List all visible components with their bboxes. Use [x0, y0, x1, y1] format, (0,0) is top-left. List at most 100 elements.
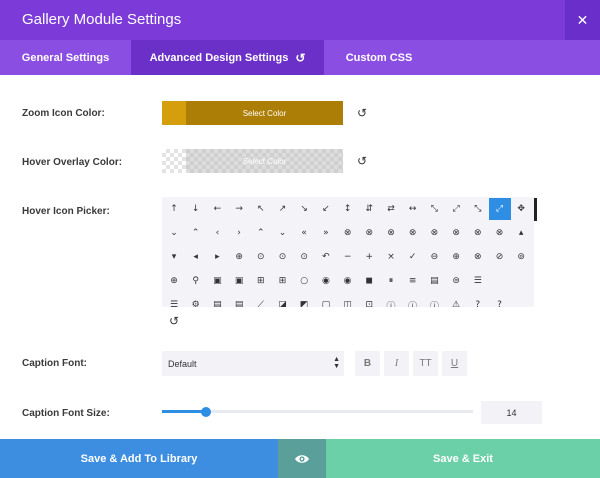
icon-option-1-1-icon[interactable]: ⌃ [185, 222, 207, 244]
icon-option-4-13-icon[interactable]: ⚠ [445, 294, 467, 307]
reset-icon[interactable]: ↺ [167, 314, 181, 328]
icon-option-2-1-icon[interactable]: ◂ [185, 246, 207, 268]
slider-handle[interactable] [201, 407, 211, 417]
font-size-input[interactable] [481, 401, 542, 424]
icon-option-1-7-icon[interactable]: » [315, 222, 337, 244]
icon-option-0-12-icon[interactable]: ⤡ [423, 198, 445, 220]
icon-option-4-8-icon[interactable]: ◫ [337, 294, 359, 307]
icon-option-2-8-icon[interactable]: − [337, 246, 359, 268]
icon-option-2-13-icon[interactable]: ⊕ [445, 246, 467, 268]
icon-option-0-11-icon[interactable]: ↔ [402, 198, 424, 220]
icon-option-4-14-icon[interactable]: ? [467, 294, 489, 307]
icon-option-1-14-icon[interactable]: ⊗ [467, 222, 489, 244]
icon-option-0-5-icon[interactable]: ↗ [272, 198, 294, 220]
icon-option-3-8-icon[interactable]: ◉ [337, 270, 359, 292]
icon-option-2-11-icon[interactable]: ✓ [402, 246, 424, 268]
icon-option-0-6-icon[interactable]: ↘ [293, 198, 315, 220]
icon-option-1-16-icon[interactable]: ▴ [510, 222, 532, 244]
icon-option-3-5-icon[interactable]: ⊞ [272, 270, 294, 292]
icon-option-2-10-icon[interactable]: × [380, 246, 402, 268]
icon-option-1-5-icon[interactable]: ⌄ [272, 222, 294, 244]
underline-button[interactable]: U [442, 351, 467, 376]
icon-option-4-3-icon[interactable]: ▤ [228, 294, 250, 307]
icon-option-2-15-icon[interactable]: ⊘ [489, 246, 511, 268]
icon-option-4-10-icon[interactable]: ⓘ [380, 294, 402, 308]
icon-option-1-2-icon[interactable]: ‹ [206, 222, 228, 244]
icon-option-1-13-icon[interactable]: ⊗ [445, 222, 467, 244]
icon-option-0-3-icon[interactable]: → [228, 198, 250, 220]
reset-icon[interactable]: ↺ [295, 51, 305, 65]
icon-option-4-2-icon[interactable]: ▤ [206, 294, 228, 307]
icon-option-0-7-icon[interactable]: ↙ [315, 198, 337, 220]
icon-option-2-3-icon[interactable]: ⊕ [228, 246, 250, 268]
tab-advanced-design-settings[interactable]: Advanced Design Settings ↺ [131, 40, 324, 75]
icon-option-0-1-icon[interactable]: ↓ [185, 198, 207, 220]
icon-option-4-6-icon[interactable]: ◩ [293, 294, 315, 307]
icon-option-2-0-icon[interactable]: ▾ [163, 246, 185, 268]
icon-option-2-5-icon[interactable]: ⊙ [272, 246, 294, 268]
icon-option-3-4-icon[interactable]: ⊞ [250, 270, 272, 292]
icon-option-4-9-icon[interactable]: ⊡ [358, 294, 380, 307]
icon-option-3-0-icon[interactable]: ⊕ [163, 270, 185, 292]
hover-overlay-color-picker[interactable]: Select Color [162, 149, 343, 173]
icon-option-1-9-icon[interactable]: ⊗ [358, 222, 380, 244]
icon-option-2-2-icon[interactable]: ▸ [206, 246, 228, 268]
icon-option-3-13-icon[interactable]: ⊜ [445, 270, 467, 292]
icon-option-3-7-icon[interactable]: ◉ [315, 270, 337, 292]
icon-option-4-4-icon[interactable]: ⟋ [250, 294, 272, 307]
icon-option-4-7-icon[interactable]: ▢ [315, 294, 337, 307]
icon-option-0-10-icon[interactable]: ⇄ [380, 198, 402, 220]
icon-option-0-16-icon[interactable]: ✥ [510, 198, 532, 220]
icon-option-4-5-icon[interactable]: ◪ [272, 294, 294, 307]
icon-option-1-10-icon[interactable]: ⊗ [380, 222, 402, 244]
icon-option-0-15-icon[interactable]: ⤢ [488, 198, 511, 220]
icon-option-4-15-icon[interactable]: ? [489, 294, 511, 307]
icon-option-4-12-icon[interactable]: ⓘ [423, 294, 445, 308]
icon-option-0-14-icon[interactable]: ⤡ [467, 198, 489, 220]
italic-button[interactable]: I [384, 351, 409, 376]
close-button[interactable]: ✕ [565, 0, 600, 40]
icon-option-3-2-icon[interactable]: ▣ [206, 270, 228, 292]
icon-option-0-0-icon[interactable]: ↑ [163, 198, 185, 220]
icon-option-0-8-icon[interactable]: ↕ [337, 198, 359, 220]
icon-option-1-11-icon[interactable]: ⊗ [402, 222, 424, 244]
icon-option-0-4-icon[interactable]: ↖ [250, 198, 272, 220]
icon-option-1-3-icon[interactable]: › [228, 222, 250, 244]
icon-option-1-12-icon[interactable]: ⊗ [423, 222, 445, 244]
icon-option-2-14-icon[interactable]: ⊗ [467, 246, 489, 268]
icon-option-1-4-icon[interactable]: ⌃ [250, 222, 272, 244]
icon-option-0-2-icon[interactable]: ← [206, 198, 228, 220]
icon-option-4-0-icon[interactable]: ☰ [163, 294, 185, 307]
icon-option-2-9-icon[interactable]: + [358, 246, 380, 268]
icon-option-0-13-icon[interactable]: ⤢ [445, 198, 467, 220]
icon-option-1-6-icon[interactable]: « [293, 222, 315, 244]
icon-picker-scrollbar[interactable] [534, 198, 537, 221]
tab-general-settings[interactable]: General Settings [0, 40, 131, 75]
icon-option-2-12-icon[interactable]: ⊖ [423, 246, 445, 268]
icon-option-4-11-icon[interactable]: ⓘ [402, 294, 424, 308]
reset-icon[interactable]: ↺ [355, 154, 369, 168]
icon-option-2-6-icon[interactable]: ⊙ [293, 246, 315, 268]
icon-option-0-9-icon[interactable]: ⇵ [358, 198, 380, 220]
icon-option-2-7-icon[interactable]: ↶ [315, 246, 337, 268]
icon-option-2-4-icon[interactable]: ⊙ [250, 246, 272, 268]
icon-option-3-14-icon[interactable]: ☰ [467, 270, 489, 292]
reset-icon[interactable]: ↺ [355, 106, 369, 120]
tab-custom-css[interactable]: Custom CSS [324, 40, 434, 75]
icon-option-4-1-icon[interactable]: ⚙ [185, 294, 207, 307]
icon-option-3-1-icon[interactable]: ⚲ [185, 270, 207, 292]
icon-option-3-11-icon[interactable]: ≡ [402, 270, 424, 292]
preview-button[interactable] [278, 439, 326, 478]
save-exit-button[interactable]: Save & Exit [326, 439, 600, 478]
bold-button[interactable]: B [355, 351, 380, 376]
icon-option-1-8-icon[interactable]: ⊗ [337, 222, 359, 244]
icon-option-3-9-icon[interactable]: ◼ [358, 270, 380, 292]
icon-option-3-12-icon[interactable]: ▤ [423, 270, 445, 292]
icon-option-3-3-icon[interactable]: ▣ [228, 270, 250, 292]
uppercase-button[interactable]: TT [413, 351, 438, 376]
caption-font-select[interactable]: Default ▲ ▼ [162, 351, 344, 376]
icon-option-2-16-icon[interactable]: ⊚ [510, 246, 532, 268]
save-add-to-library-button[interactable]: Save & Add To Library [0, 439, 278, 478]
select-color-button[interactable]: Select Color [186, 149, 343, 173]
zoom-icon-color-picker[interactable]: Select Color [162, 101, 343, 125]
